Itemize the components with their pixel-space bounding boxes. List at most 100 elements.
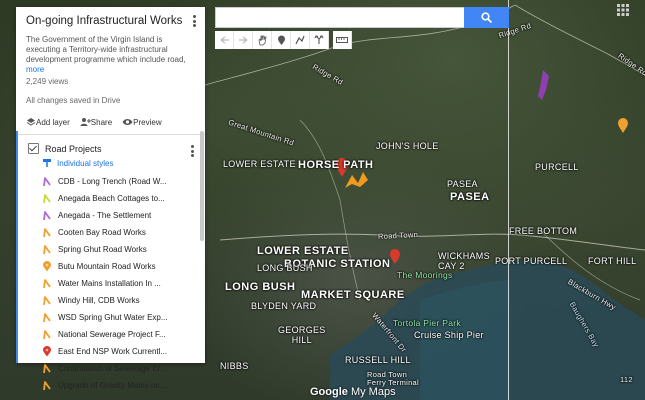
label-georges-hill: GEORGES HILL [278,325,326,345]
add-marker-tool[interactable] [272,31,291,49]
feature-item[interactable]: CDB - Long Trench (Road W... [16,173,205,190]
layers-icon [26,118,36,126]
feature-item[interactable]: Water Mains Installation In ... [16,275,205,292]
purple-work-area [538,70,549,100]
preview-label: Preview [133,117,162,127]
map-sidebar-panel: On-going Infrastructural Works The Gover… [16,7,205,391]
line-icon [43,313,51,323]
layer-name[interactable]: Road Projects [45,144,102,154]
label-fort-hill: FORT HILL [588,256,637,266]
save-status: All changes saved in Drive [26,96,121,105]
pin-icon [43,346,51,357]
share-button[interactable]: Share [80,117,112,127]
marker-icon [277,35,285,45]
more-link[interactable]: more [26,65,44,74]
feature-item[interactable]: Upgrade of Gravity Mains on... [16,377,205,394]
select-hand-tool[interactable] [253,31,272,49]
search-button[interactable] [464,7,509,28]
label-horse-path: HORSE PATH [298,159,374,171]
feature-item[interactable]: Spring Ghut Road Works [16,241,205,258]
measure-tool[interactable] [333,31,352,49]
orange-pin-marker[interactable] [617,118,629,134]
layer-options-icon[interactable] [191,145,195,157]
map-divider-line [508,0,509,400]
feature-label: Windy Hill, CDB Works [58,296,140,305]
directions-icon [314,35,324,44]
label-lower-estate-top: LOWER ESTATE [223,159,296,169]
feature-item[interactable]: Butu Mountain Road Works [16,258,205,275]
feature-label: Spring Ghut Road Works [58,245,147,254]
hand-icon [258,35,267,45]
feature-label: East End NSP Work Currentl... [58,347,168,356]
label-tortola-pier[interactable]: Tortola Pier Park [393,318,461,328]
redo-icon [238,36,247,43]
individual-styles-label: Individual styles [57,158,114,168]
pin-icon [43,261,51,272]
draw-line-tool[interactable] [291,31,310,49]
line-icon [43,228,51,238]
paint-roller-icon [43,159,51,167]
label-long-bush: LONG BUSH [225,281,296,293]
feature-item[interactable]: Anegada Beach Cottages to... [16,190,205,207]
feature-label: WSD Spring Ghut Water Exp... [58,313,168,322]
label-nibbs: NIBBS [220,361,249,371]
add-layer-label: Add layer [36,117,70,127]
line-icon [43,194,51,204]
map-options-icon[interactable] [193,15,197,27]
search-icon [481,12,492,23]
ruler-icon [336,37,348,43]
map-toolbar [215,31,352,49]
layer-road-projects: Road Projects Individual styles [16,135,205,171]
line-icon [43,330,51,340]
feature-label: Anegada - The Settlement [58,211,152,220]
feature-label: Continuation of Sewerage Ef... [58,364,167,373]
label-cruise-ship-pier[interactable]: Cruise Ship Pier [414,330,484,340]
feature-item[interactable]: East End NSP Work Currentl... [16,343,205,360]
directions-tool[interactable] [310,31,329,49]
preview-button[interactable]: Preview [122,117,162,127]
share-label: Share [90,117,113,127]
label-the-moorings[interactable]: The Moorings [397,270,453,280]
line-icon [43,211,51,221]
feature-item[interactable]: Continuation of Sewerage Ef... [16,360,205,377]
label-lower-estate: LOWER ESTATE [257,245,349,257]
feature-label: Upgrade of Gravity Mains on... [58,381,167,390]
feature-label: Butu Mountain Road Works [58,262,156,271]
label-wickhams-cay: WICKHAMS CAY 2 [438,251,490,271]
layer-visibility-checkbox[interactable] [28,143,39,154]
label-port-purcell: PORT PURCELL [495,256,568,266]
line-icon [43,296,51,306]
feature-item[interactable]: National Sewerage Project F... [16,326,205,343]
add-person-icon [80,118,91,126]
feature-item[interactable]: Cooten Bay Road Works [16,224,205,241]
map-description[interactable]: The Government of the Virgin Island is e… [26,35,195,75]
line-icon [43,177,51,187]
label-route: 112 [620,375,633,384]
panel-actions: Add layer Share Preview [16,110,205,135]
label-blyden-yard: BLYDEN YARD [251,301,317,311]
map-title[interactable]: On-going Infrastructural Works [26,15,195,27]
feature-item[interactable]: Anegada - The Settlement [16,207,205,224]
individual-styles-link[interactable]: Individual styles [16,156,205,171]
line-icon [43,279,51,289]
label-russell-hill: RUSSELL HILL [345,355,411,365]
redo-button[interactable] [234,31,253,49]
feature-item[interactable]: Windy Hill, CDB Works [16,292,205,309]
search-input[interactable] [215,7,466,28]
label-road-town-ferry: Road Town Ferry Terminal [367,370,419,387]
label-pasea: PASEA [450,191,490,203]
label-purcell: PURCELL [535,162,579,172]
draw-line-icon [295,35,305,45]
feature-label: CDB - Long Trench (Road W... [58,177,167,186]
feature-item[interactable]: WSD Spring Ghut Water Exp... [16,309,205,326]
undo-button[interactable] [215,31,234,49]
label-long-bush-small: LONG BUSH [257,263,313,273]
label-pasea-small: PASEA [447,179,478,189]
add-layer-button[interactable]: Add layer [26,117,70,127]
feature-label: Cooten Bay Road Works [58,228,146,237]
line-icon [43,245,51,255]
google-my-maps-logo: Google My Maps [310,386,396,398]
apps-grid-icon[interactable] [617,4,629,16]
label-market-square: MARKET SQUARE [301,289,405,301]
line-icon [43,381,51,391]
